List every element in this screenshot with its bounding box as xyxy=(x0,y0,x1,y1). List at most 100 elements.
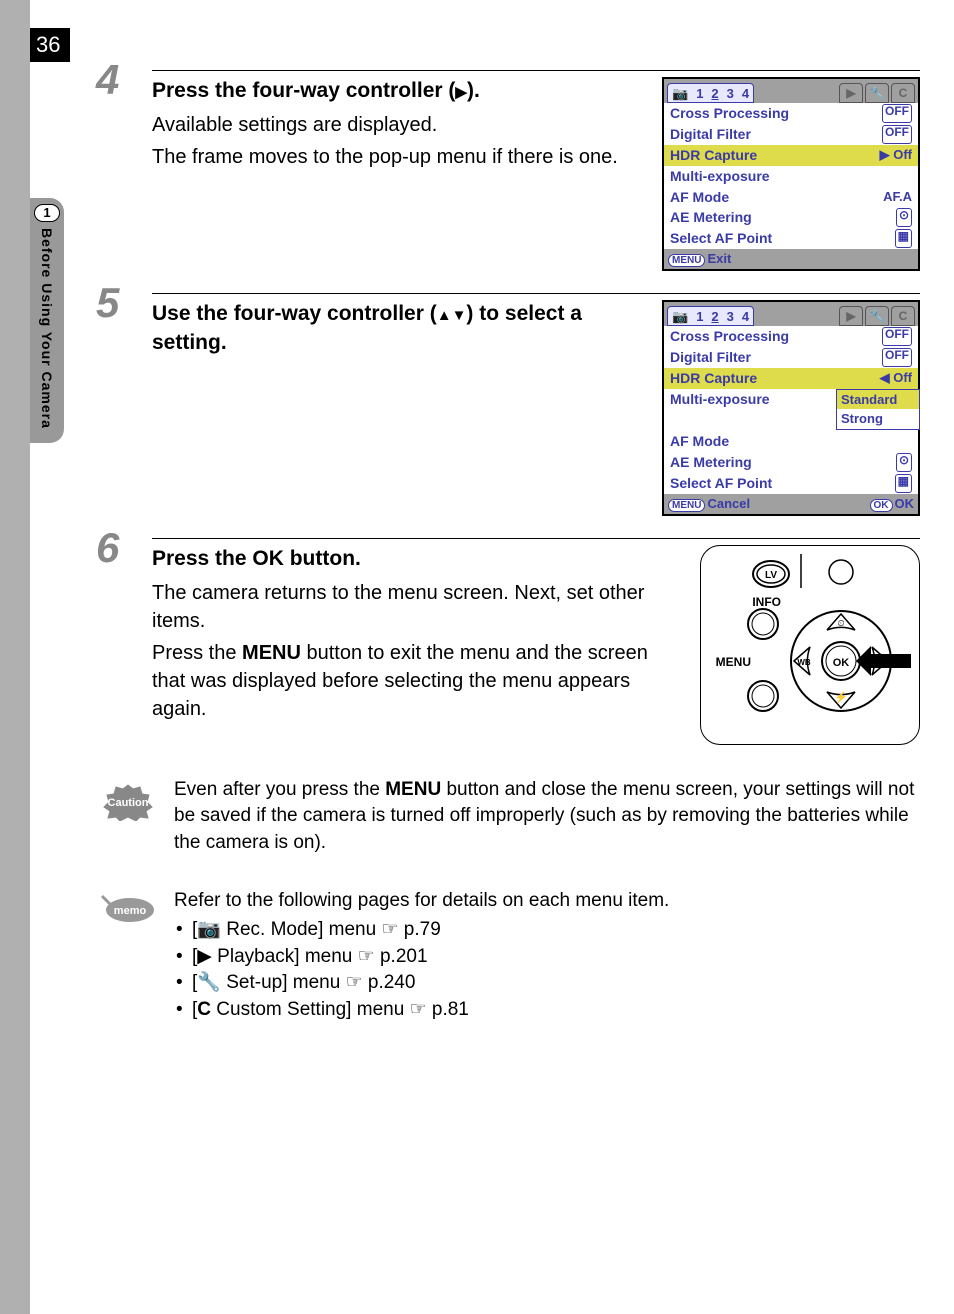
step-4-desc-line-1: Available settings are displayed. xyxy=(152,111,648,139)
caution-icon: Caution xyxy=(100,777,156,857)
menu-row-label: AE Metering xyxy=(670,208,752,227)
svg-text:memo: memo xyxy=(114,905,147,917)
step-4-title-pre: Press the four-way controller ( xyxy=(152,79,455,102)
rec-mode-tab-group: 📷 1 2 3 4 xyxy=(667,83,754,103)
playback-tab-icon: ▶ xyxy=(839,306,863,326)
menu-item-list: Cross ProcessingOFF Digital FilterOFF HD… xyxy=(664,326,918,493)
menu-row-highlighted: HDR Capture ▶ Off xyxy=(664,145,918,166)
menu-row: Cross ProcessingOFF xyxy=(664,103,918,124)
svg-text:LV: LV xyxy=(765,570,777,581)
menu-row: Digital FilterOFF xyxy=(664,347,918,368)
menu-row: AE Metering ⊙ xyxy=(664,207,918,228)
custom-icon: C xyxy=(197,999,211,1020)
memo-item: [📷 Rec. Mode] menu ☞ p.79 xyxy=(174,917,920,944)
menu-button-label: MENU xyxy=(668,499,705,512)
menu-button-label: MENU xyxy=(668,254,705,267)
step-4: 4 Press the four-way controller (▶). Ava… xyxy=(100,70,920,271)
svg-text:⏲: ⏲ xyxy=(837,618,844,628)
menu-row-value: ◀ Off xyxy=(880,369,912,388)
page-ref: p.240 xyxy=(368,972,416,993)
menu-row-label: Digital Filter xyxy=(670,125,751,144)
menu-row-label: Select AF Point xyxy=(670,474,772,493)
right-arrow-icon: ▶ xyxy=(455,84,467,101)
playback-icon: ▶ xyxy=(197,946,212,967)
menu-footer: MENUExit xyxy=(664,249,918,269)
caution-note: Caution Even after you press the MENU bu… xyxy=(100,777,920,857)
menu-row-label: HDR Capture xyxy=(670,369,757,388)
caution-text: Even after you press the MENU button and… xyxy=(174,777,920,857)
step-5: 5 Use the four-way controller (▲▼) to se… xyxy=(100,293,920,515)
step-number: 5 xyxy=(96,279,119,327)
menu-row-highlighted: HDR Capture ◀ Off xyxy=(664,368,918,389)
custom-tab-icon: C xyxy=(891,83,915,103)
menu-row: Multi-exposure Standard Strong xyxy=(664,389,918,431)
menu-row-value: ▶ Off xyxy=(880,146,912,165)
menu-screenshot-2: 📷 1 2 3 4 ▶ 🔧 C Cross ProcessingOFF Digi… xyxy=(662,300,920,515)
setup-icon: 🔧 xyxy=(197,972,221,993)
memo-item-label: Custom Setting] menu xyxy=(211,999,410,1020)
metering-icon: ⊙ xyxy=(896,208,912,227)
page-ref: p.79 xyxy=(404,919,441,940)
af-point-icon: ▦ xyxy=(895,229,912,248)
menu-tab-bar: 📷 1 2 3 4 ▶ 🔧 C xyxy=(664,302,918,326)
tab-page-4: 4 xyxy=(738,307,753,325)
memo-item-label: Playback] menu xyxy=(212,946,358,967)
menu-row-label: Digital Filter xyxy=(670,348,751,367)
page-ref: p.81 xyxy=(432,999,469,1020)
page-number: 36 xyxy=(30,28,70,62)
chapter-side-tab: 1 Before Using Your Camera xyxy=(30,198,64,443)
memo-item: [🔧 Set-up] menu ☞ p.240 xyxy=(174,970,920,997)
step-6-description: The camera returns to the menu screen. N… xyxy=(152,579,686,723)
memo-item: [▶ Playback] menu ☞ p.201 xyxy=(174,944,920,971)
menu-row: AF Mode AF.A xyxy=(664,187,918,208)
step-5-title-pre: Use the four-way controller ( xyxy=(152,302,437,325)
step-6-title-pre: Press the xyxy=(152,547,252,570)
menu-row-label: AF Mode xyxy=(670,188,729,207)
setup-tab-icon: 🔧 xyxy=(865,83,889,103)
step-number: 6 xyxy=(96,524,119,572)
memo-icon: memo xyxy=(100,888,156,1023)
menu-tab-bar: 📷 1 2 3 4 ▶ 🔧 C xyxy=(664,79,918,103)
off-icon: OFF xyxy=(882,327,912,346)
off-icon: OFF xyxy=(882,125,912,144)
menu-row: Digital Filter OFF xyxy=(664,124,918,145)
metering-icon: ⊙ xyxy=(896,453,912,472)
memo-list: [📷 Rec. Mode] menu ☞ p.79 [▶ Playback] m… xyxy=(174,917,920,1023)
ok-label: OK xyxy=(252,547,284,570)
menu-footer: MENUCancel OKOK xyxy=(664,494,918,514)
svg-text:MENU: MENU xyxy=(716,655,751,669)
menu-row-value: AF.A xyxy=(883,188,912,207)
camera-icon: 📷 xyxy=(668,84,692,102)
af-point-icon: ▦ xyxy=(895,474,912,493)
menu-row-label: HDR Capture xyxy=(670,146,757,165)
memo-text: Refer to the following pages for details… xyxy=(174,888,920,1023)
menu-row: Cross ProcessingOFF xyxy=(664,326,918,347)
tab-page-1: 1 xyxy=(692,84,707,102)
ok-button-label: OK xyxy=(870,499,893,512)
popup-menu: Standard Strong xyxy=(836,389,920,430)
step-number: 4 xyxy=(96,56,119,104)
step-6-desc-line-2: Press the MENU button to exit the menu a… xyxy=(152,639,686,723)
memo-intro: Refer to the following pages for details… xyxy=(174,888,920,915)
step-6: 6 Press the OK button. The camera return… xyxy=(100,538,920,745)
memo-item: [C Custom Setting] menu ☞ p.81 xyxy=(174,997,920,1024)
chapter-title: Before Using Your Camera xyxy=(39,228,55,429)
page-edge-strip xyxy=(0,0,30,1314)
footer-exit-label: Exit xyxy=(707,251,731,266)
tab-page-2: 2 xyxy=(707,307,722,325)
playback-tab-icon: ▶ xyxy=(839,83,863,103)
camera-diagram-svg: LV INFO MENU ⏲ xyxy=(701,546,921,746)
page-ref: p.201 xyxy=(380,946,428,967)
footer-cancel-label: Cancel xyxy=(707,496,750,511)
tab-page-1: 1 xyxy=(692,307,707,325)
up-down-arrow-icon: ▲▼ xyxy=(437,307,467,324)
camera-icon: 📷 xyxy=(197,919,221,940)
menu-row: Select AF Point ▦ xyxy=(664,473,918,494)
setup-tab-icon: 🔧 xyxy=(865,306,889,326)
step-6-desc-line-1: The camera returns to the menu screen. N… xyxy=(152,579,686,635)
footer-ok-label: OK xyxy=(895,496,915,511)
menu-label: MENU xyxy=(385,779,441,800)
memo-item-label: Rec. Mode] menu xyxy=(221,919,382,940)
menu-row-label: Select AF Point xyxy=(670,229,772,248)
step-5-title: Use the four-way controller (▲▼) to sele… xyxy=(152,300,648,357)
